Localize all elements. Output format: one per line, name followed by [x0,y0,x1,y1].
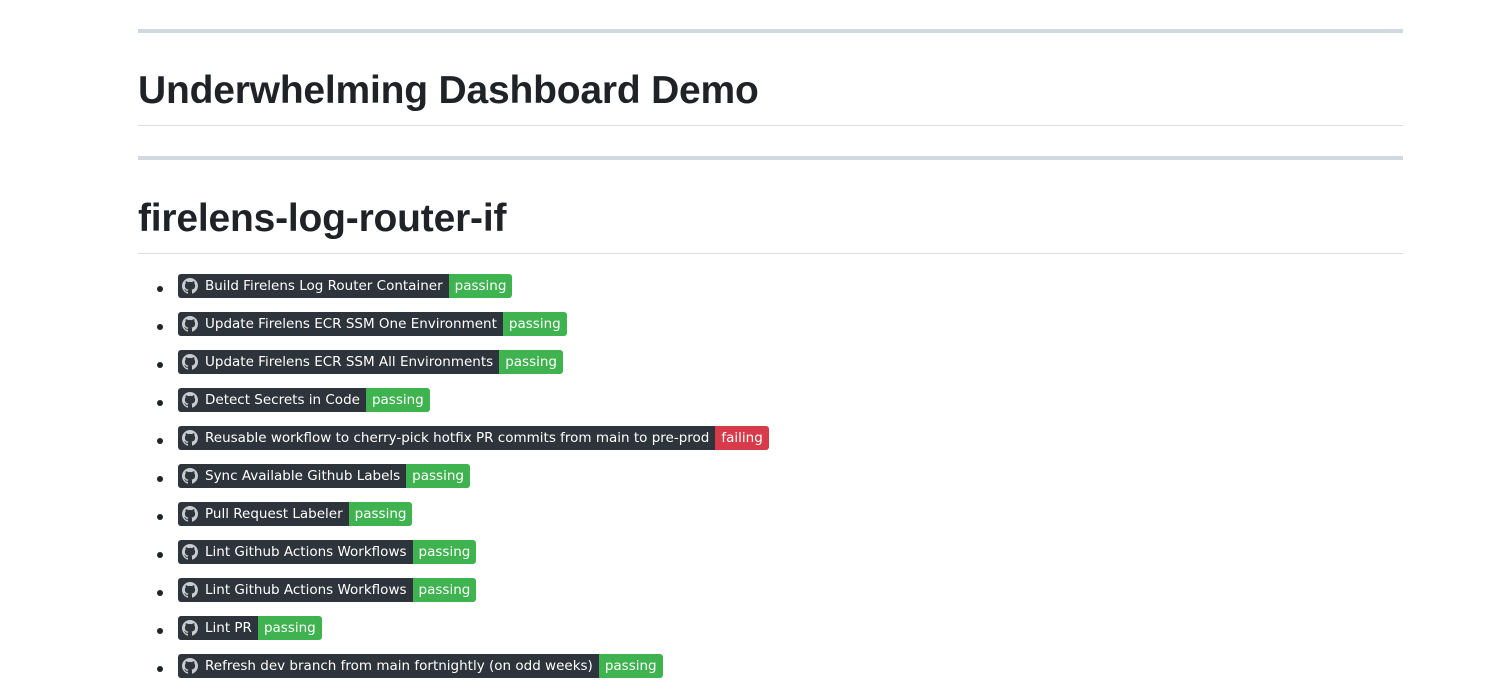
list-item: Sync Available Github Labels passing [157,464,1403,488]
badge-label: Lint PR [178,616,258,640]
github-icon [182,354,198,370]
horizontal-rule [138,156,1403,160]
github-icon [182,392,198,408]
workflow-status: passing [448,274,513,298]
workflow-status-badge[interactable]: Lint Github Actions Workflows passing [178,540,477,564]
github-icon [182,582,198,598]
badge-label: Reusable workflow to cherry-pick hotfix … [178,426,716,450]
list-item: Refresh dev branch from main fortnightly… [157,654,1403,678]
github-icon [182,278,198,294]
bullet-point [157,552,163,558]
bullet-point [157,666,163,672]
workflow-status-badge[interactable]: Refresh dev branch from main fortnightly… [178,654,663,678]
bullet-point [157,476,163,482]
list-item: Update Firelens ECR SSM One Environment p… [157,312,1403,336]
workflow-name: Pull Request Labeler [205,506,343,522]
workflow-name: Detect Secrets in Code [205,392,360,408]
github-icon [182,468,198,484]
list-item: Lint Github Actions Workflows passing [157,578,1403,602]
list-item: Lint Github Actions Workflows passing [157,540,1403,564]
workflow-status: passing [348,502,413,526]
bullet-point [157,286,163,292]
bullet-point [157,400,163,406]
github-icon [182,506,198,522]
workflow-status: passing [412,540,477,564]
badge-label: Build Firelens Log Router Container [178,274,449,298]
workflow-name: Lint Github Actions Workflows [205,544,407,560]
workflow-status: passing [502,312,567,336]
badge-label: Update Firelens ECR SSM One Environment [178,312,503,336]
workflow-name: Sync Available Github Labels [205,468,401,484]
horizontal-rule [138,29,1403,33]
workflow-status: passing [406,464,470,488]
workflow-status-badge[interactable]: Lint Github Actions Workflows passing [178,578,477,602]
github-icon [182,430,198,446]
workflow-status: passing [365,388,430,412]
github-icon [182,620,198,636]
bullet-point [157,628,163,634]
github-icon [182,544,198,560]
github-icon [182,658,198,674]
badge-label: Lint Github Actions Workflows [178,540,413,564]
workflow-name: Lint PR [205,620,252,636]
badge-label: Refresh dev branch from main fortnightly… [178,654,599,678]
workflow-name: Reusable workflow to cherry-pick hotfix … [205,430,710,446]
list-item: Reusable workflow to cherry-pick hotfix … [157,426,1403,450]
workflow-status: passing [257,616,322,640]
workflow-status-badge[interactable]: Sync Available Github Labels passing [178,464,470,488]
workflow-name: Lint Github Actions Workflows [205,582,407,598]
badge-label: Sync Available Github Labels [178,464,407,488]
badge-label: Detect Secrets in Code [178,388,366,412]
list-item: Update Firelens ECR SSM All Environments… [157,350,1403,374]
list-item: Detect Secrets in Code passing [157,388,1403,412]
workflow-status-badge[interactable]: Pull Request Labeler passing [178,502,413,526]
workflow-status: passing [499,350,563,374]
bullet-point [157,514,163,520]
workflow-name: Update Firelens ECR SSM One Environment [205,316,497,332]
readme-content: Underwhelming Dashboard Demo firelens-lo… [138,0,1403,692]
badge-label: Lint Github Actions Workflows [178,578,413,602]
workflow-status: failing [715,426,769,450]
workflow-status-badge[interactable]: Reusable workflow to cherry-pick hotfix … [178,426,769,450]
workflow-status-badge[interactable]: Update Firelens ECR SSM All Environments… [178,350,563,374]
workflow-name: Update Firelens ECR SSM All Environments [205,354,494,370]
workflow-name: Build Firelens Log Router Container [205,278,443,294]
bullet-point [157,324,163,330]
bullet-point [157,362,163,368]
bullet-point [157,438,163,444]
github-icon [182,316,198,332]
badge-label: Pull Request Labeler [178,502,349,526]
workflow-status: passing [412,578,477,602]
workflow-badge-list: Build Firelens Log Router Container passi… [138,274,1403,678]
page-title: Underwhelming Dashboard Demo [138,66,1403,126]
workflow-status-badge[interactable]: Lint PR passing [178,616,322,640]
workflow-name: Refresh dev branch from main fortnightly… [205,658,593,674]
badge-label: Update Firelens ECR SSM All Environments [178,350,500,374]
workflow-status: passing [598,654,663,678]
list-item: Lint PR passing [157,616,1403,640]
list-item: Build Firelens Log Router Container passi… [157,274,1403,298]
list-item: Pull Request Labeler passing [157,502,1403,526]
workflow-status-badge[interactable]: Build Firelens Log Router Container passi… [178,274,513,298]
workflow-status-badge[interactable]: Detect Secrets in Code passing [178,388,430,412]
bullet-point [157,590,163,596]
workflow-status-badge[interactable]: Update Firelens ECR SSM One Environment p… [178,312,567,336]
section-heading: firelens-log-router-if [138,194,1403,254]
